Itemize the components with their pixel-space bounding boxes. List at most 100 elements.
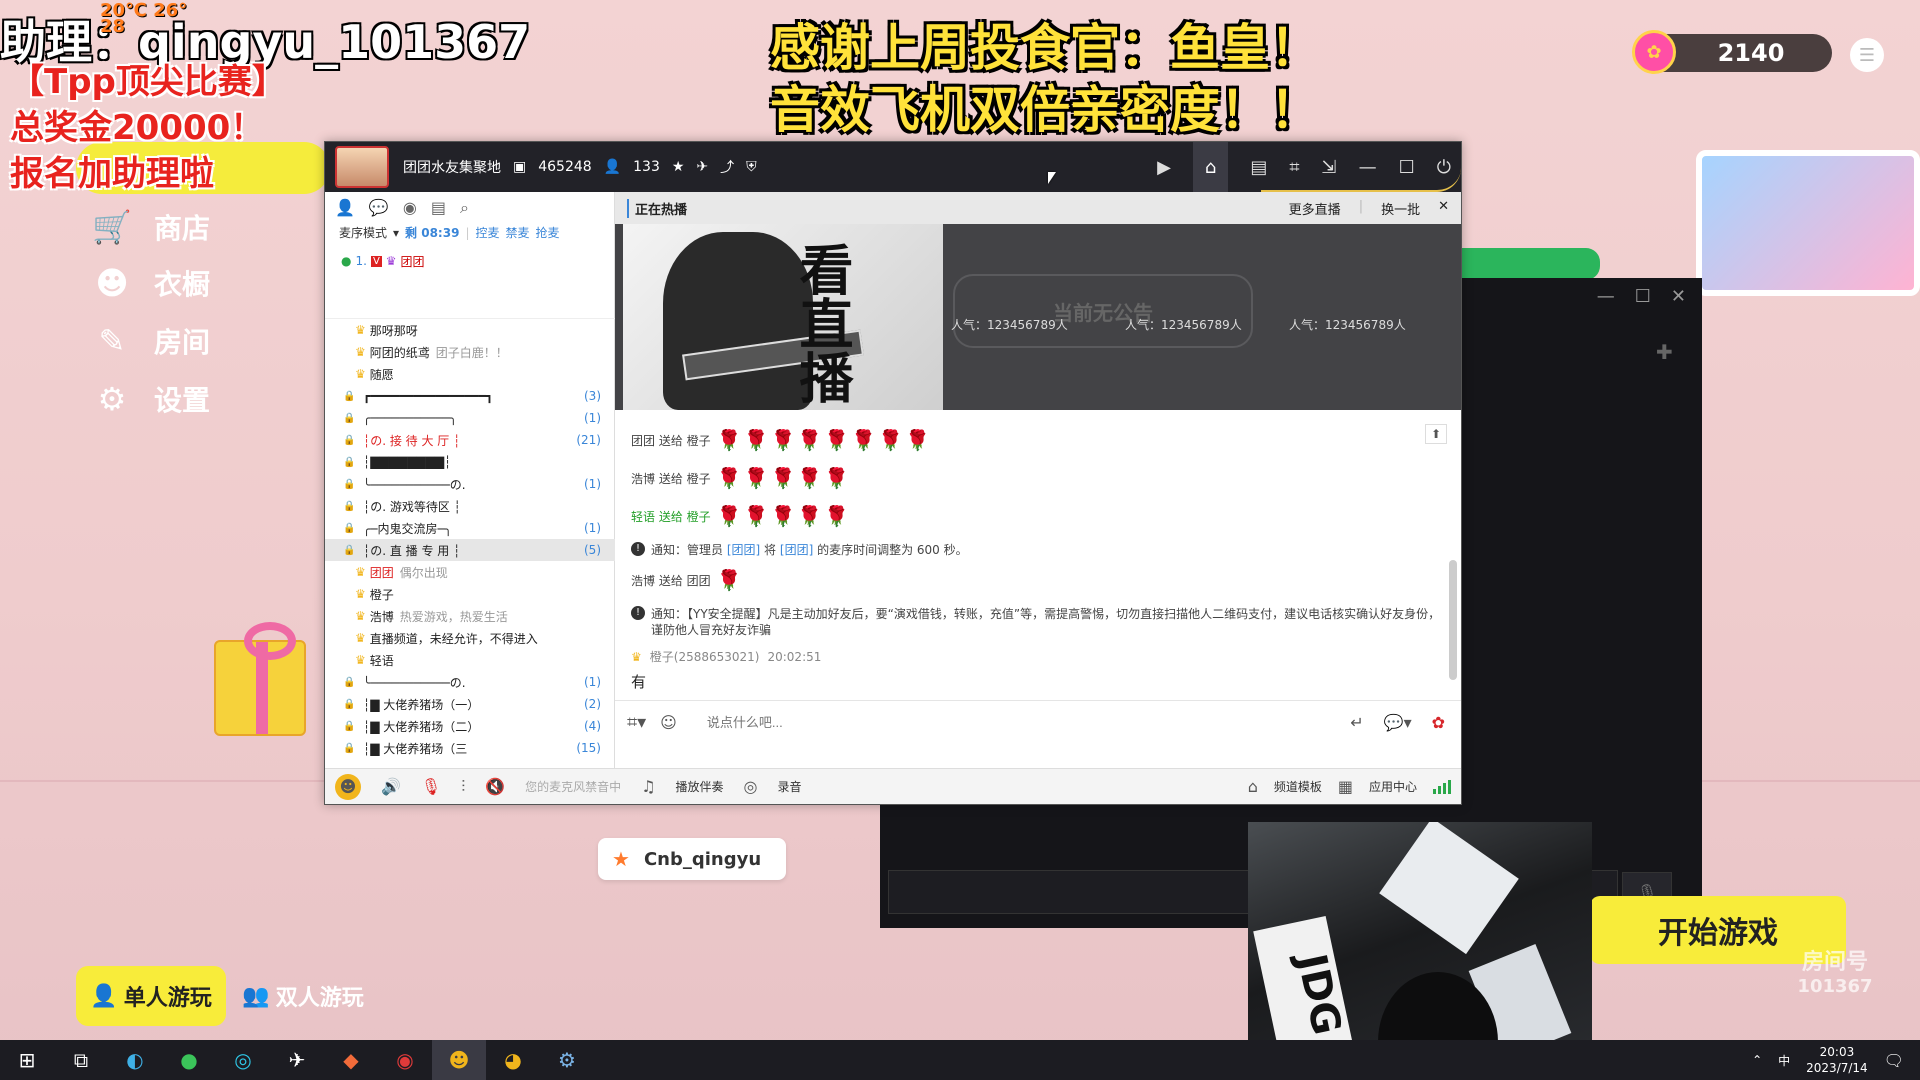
video-icon[interactable]: ▶	[1157, 157, 1171, 178]
tree-channel[interactable]: 🔒 ╰───────────の. (1)	[325, 671, 615, 693]
app-green-icon[interactable]: ●	[162, 1040, 216, 1080]
live-thumbnail[interactable]: 看直播	[623, 224, 943, 410]
steam-icon[interactable]: ⚙	[540, 1040, 594, 1080]
grab-mic-link[interactable]: 抢麦	[536, 224, 560, 241]
mic-mode-select[interactable]: 麦序模式	[339, 224, 387, 241]
minimize-icon[interactable]: —	[1597, 286, 1615, 307]
room-number-badge: 房间号 101367	[1797, 950, 1873, 997]
chat-input[interactable]	[706, 715, 1127, 730]
apps-icon[interactable]: ▦	[1338, 777, 1353, 796]
control-mic-link[interactable]: 控麦	[475, 224, 499, 241]
record-button[interactable]: 录音	[778, 778, 802, 795]
popularity-3: 人气：123456789人	[1289, 318, 1406, 332]
notification-icon[interactable]: 🗨	[1884, 1051, 1904, 1070]
netease-music-icon[interactable]: ◉	[378, 1040, 432, 1080]
send-icon[interactable]: ↵	[1350, 713, 1363, 732]
tree-channel[interactable]: 🔒 ┆▇▇▇▇▇▇▇▇┆	[325, 451, 615, 473]
tray-chevron-icon[interactable]: ⌃	[1752, 1053, 1762, 1067]
notice-bubble: 当前无公告	[953, 274, 1253, 348]
queue-user-name[interactable]: 团团	[401, 253, 425, 270]
lock-icon: 🔒	[343, 544, 356, 556]
tree-channel[interactable]: 🔒 ┆▇ 大佬养猪场（一） (2)	[325, 693, 615, 715]
menu-shop[interactable]: 🛒 商店	[92, 204, 210, 250]
menu-wardrobe[interactable]: ☻ 衣橱	[92, 260, 210, 306]
ime-indicator[interactable]: 中	[1778, 1052, 1790, 1069]
template-icon[interactable]: ⌂	[1248, 777, 1258, 796]
tree-channel[interactable]: 🔒 ┏━━━━━━━━━━━━━━━━┓ (3)	[325, 385, 615, 407]
speaker-icon[interactable]: 🔊	[381, 777, 401, 796]
tree-user[interactable]: ♛ 橙子	[325, 583, 615, 605]
tree-channel[interactable]: 🔒 ┆▇ 大佬养猪场（三 (15)	[325, 737, 615, 759]
chat-icon[interactable]: 💬	[369, 198, 389, 218]
ban-mic-link[interactable]: 禁麦	[506, 224, 530, 241]
windows-start-icon[interactable]: ⊞	[0, 1040, 54, 1080]
home-icon[interactable]: ⌂	[1192, 142, 1229, 192]
favorite-icon[interactable]: ★	[672, 159, 685, 175]
app-center-button[interactable]: 应用中心	[1369, 778, 1417, 795]
crown-icon: ♛	[355, 367, 366, 381]
music-icon[interactable]: ♫	[641, 777, 655, 796]
yy-icon[interactable]: ☻	[432, 1040, 486, 1080]
lock-icon: 🔒	[343, 522, 356, 534]
tree-user[interactable]: ♛ 阿团的纸鸢 团子白鹿！！	[325, 341, 615, 363]
mic-muted-icon[interactable]: 🎙	[421, 777, 441, 796]
record-icon[interactable]: ◎	[744, 777, 758, 796]
qq-icon[interactable]: ◕	[486, 1040, 540, 1080]
wrench-icon: ✎	[98, 322, 126, 360]
gamepad-icon[interactable]: ⌗▾	[627, 712, 646, 733]
clock[interactable]: 20:03 2023/7/14	[1806, 1044, 1868, 1076]
app-cyan-icon[interactable]: ◎	[216, 1040, 270, 1080]
tree-user[interactable]: ♛ 轻语	[325, 649, 615, 671]
single-play-button[interactable]: 👤 单人游玩	[76, 966, 226, 1026]
menu-settings[interactable]: ⚙ 设置	[92, 376, 210, 422]
avatar[interactable]: ☻	[335, 773, 361, 800]
accompany-button[interactable]: 播放伴奏	[676, 778, 724, 795]
edge-icon[interactable]: ◐	[108, 1040, 162, 1080]
double-play-button[interactable]: 👥 双人游玩	[228, 968, 378, 1024]
plane-icon[interactable]: ✈	[696, 159, 708, 175]
tree-user[interactable]: ♛ 随愿	[325, 363, 615, 385]
channel-main-panel: 正在热播 更多直播 | 换一批 ✕ 看直播 当前无公告 人气：123456789…	[615, 192, 1461, 770]
sender-name[interactable]: 橙子(2588653021)	[650, 648, 760, 665]
crown-icon: ♛	[631, 649, 642, 664]
tree-user[interactable]: ♛ 直播频道，未经允许，不得进入	[325, 627, 615, 649]
tree-user[interactable]: ♛ 浩博 热爱游戏，热爱生活	[325, 605, 615, 627]
tree-channel[interactable]: 🔒 ╰───────────の. (1)	[325, 473, 615, 495]
channel-template-button[interactable]: 频道模板	[1274, 778, 1322, 795]
close-icon[interactable]: ✕	[1671, 286, 1686, 307]
add-user-icon[interactable]: ✚	[1656, 340, 1673, 364]
quick-reply-icon[interactable]: 💬▾	[1384, 713, 1412, 732]
close-icon[interactable]: ✕	[1438, 199, 1449, 218]
list-icon[interactable]: ☰	[1850, 38, 1884, 72]
hot-title: 正在热播	[627, 198, 687, 218]
doc-icon[interactable]: ▤	[431, 198, 446, 218]
location-icon[interactable]: ◉	[403, 198, 417, 218]
tree-user[interactable]: ♛ 团团 偶尔出现	[325, 561, 615, 583]
tree-channel[interactable]: 🔒 ┆の. 游戏等待区 ┆	[325, 495, 615, 517]
tree-channel[interactable]: 🔒 ┆▇ 大佬养猪场（二） (4)	[325, 715, 615, 737]
mixer-icon[interactable]: ⫶	[461, 777, 465, 797]
promo-line-1: 【Tpp顶尖比赛】	[10, 62, 286, 102]
share-icon[interactable]: ⤴	[720, 157, 734, 177]
tree-channel[interactable]: 🔒 ╭───────────╮ (1)	[325, 407, 615, 429]
search-icon[interactable]: ⌕	[460, 198, 469, 218]
chat-message: 有	[631, 673, 647, 691]
shield-icon[interactable]: ⛨	[746, 159, 757, 175]
app-plane-icon[interactable]: ✈	[270, 1040, 324, 1080]
tree-user[interactable]: ♛ 那呀那呀	[325, 319, 615, 341]
person-icon[interactable]: 👤	[335, 198, 355, 218]
refresh-link[interactable]: 换一批	[1381, 199, 1420, 218]
emoji-icon[interactable]: ☺	[660, 713, 677, 732]
tree-channel[interactable]: 🔒 ┆の. 接 待 大 厅 ┆ (21)	[325, 429, 615, 451]
more-live-link[interactable]: 更多直播	[1289, 199, 1341, 218]
menu-room[interactable]: ✎ 房间	[92, 318, 210, 364]
app-bird-icon[interactable]: ◆	[324, 1040, 378, 1080]
info-icon: !	[631, 606, 645, 620]
chat-scrollbar[interactable]	[1449, 560, 1457, 680]
task-view-icon[interactable]: ⧉	[54, 1040, 108, 1080]
maximize-icon[interactable]: ☐	[1635, 286, 1651, 307]
tree-channel[interactable]: 🔒 ┆の. 直 播 专 用 ┆ (5)	[325, 539, 615, 561]
tree-channel[interactable]: 🔒 ╭─内鬼交流房─╮ (1)	[325, 517, 615, 539]
scroll-top-icon[interactable]: ⬆	[1425, 424, 1447, 444]
rose-gift-icon[interactable]: ✿	[1432, 713, 1445, 732]
